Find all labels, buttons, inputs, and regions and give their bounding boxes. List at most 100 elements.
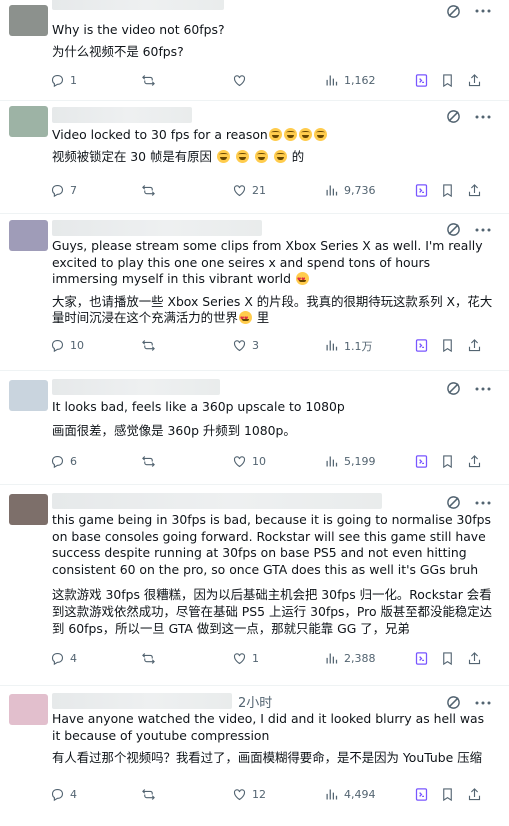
grok-explain-button[interactable] (414, 183, 434, 198)
more-icon[interactable] (475, 111, 491, 123)
joy-emoji-icon (268, 128, 282, 141)
share-button[interactable] (467, 73, 487, 88)
bookmark-button[interactable] (440, 787, 460, 802)
like-count: 10 (252, 455, 266, 469)
reply-post[interactable]: Why is the video not 60fps? 为什么视频不是 60fp… (0, 0, 509, 101)
reply-button[interactable]: 1 (50, 73, 77, 88)
username-redacted (52, 220, 262, 236)
heart-eyes-emoji-icon (295, 272, 309, 289)
retweet-icon (142, 788, 155, 800)
more-icon[interactable] (475, 383, 491, 395)
joy-emoji-icon (298, 128, 312, 141)
reply-count: 7 (70, 184, 77, 198)
bookmark-button[interactable] (440, 183, 460, 198)
avatar[interactable] (9, 380, 48, 411)
share-icon (468, 184, 481, 197)
more-icon[interactable] (475, 497, 491, 509)
grok-explain-icon (415, 339, 428, 352)
grok-explain-button[interactable] (414, 454, 434, 469)
reply-icon (51, 456, 64, 469)
post-timestamp[interactable]: 2小时 (238, 692, 272, 711)
post-text-zh: 视频被锁定在 30 帧是有原因 的 (52, 149, 499, 166)
reply-button[interactable]: 4 (50, 787, 77, 802)
share-button[interactable] (467, 787, 487, 802)
grok-explain-button[interactable] (414, 73, 434, 88)
grok-explain-button[interactable] (414, 787, 434, 802)
reply-button[interactable]: 7 (50, 183, 77, 198)
post-text-en-content: Video locked to 30 fps for a reason (52, 127, 268, 142)
bookmark-button[interactable] (440, 73, 460, 88)
more-icon[interactable] (475, 697, 491, 709)
like-count: 12 (252, 787, 266, 801)
reply-post[interactable]: 2小时 Have anyone watched the video, I did… (0, 686, 509, 826)
heart-icon (233, 340, 246, 352)
reply-button[interactable]: 4 (50, 651, 77, 666)
grok-icon[interactable] (446, 695, 461, 710)
views-count: 9,736 (344, 184, 376, 198)
avatar[interactable] (9, 220, 48, 251)
reply-post[interactable]: Video locked to 30 fps for a reason 视频被锁… (0, 101, 509, 214)
like-button[interactable]: 10 (232, 454, 266, 469)
more-icon[interactable] (475, 5, 491, 17)
avatar[interactable] (9, 694, 48, 725)
retweet-button[interactable] (141, 787, 161, 802)
views-button[interactable]: 4,494 (324, 787, 376, 802)
views-button[interactable]: 1.1万 (324, 338, 373, 354)
views-button[interactable]: 5,199 (324, 454, 376, 469)
grok-icon[interactable] (446, 109, 461, 124)
reply-button[interactable]: 10 (50, 338, 84, 353)
grok-icon[interactable] (446, 222, 461, 237)
post-text-zh: 为什么视频不是 60fps? (52, 43, 184, 59)
retweet-button[interactable] (141, 338, 161, 353)
retweet-button[interactable] (141, 651, 161, 666)
like-button[interactable]: 21 (232, 183, 266, 198)
reply-post[interactable]: this game being in 30fps is bad, because… (0, 485, 509, 686)
views-count: 4,494 (344, 787, 376, 801)
retweet-button[interactable] (141, 183, 161, 198)
post-text-en-content: Guys, please stream some clips from Xbox… (52, 238, 483, 287)
post-text-zh: 大家，也请播放一些 Xbox Series X 的片段。我真的很期待玩这款系列 … (52, 294, 499, 328)
share-button[interactable] (467, 338, 487, 353)
views-button[interactable]: 9,736 (324, 183, 376, 198)
avatar[interactable] (9, 494, 48, 525)
share-button[interactable] (467, 454, 487, 469)
views-button[interactable]: 2,388 (324, 651, 376, 666)
grok-icon[interactable] (446, 381, 461, 396)
retweet-icon (142, 185, 155, 197)
like-button[interactable]: 12 (232, 787, 266, 802)
like-button[interactable] (232, 73, 252, 88)
avatar[interactable] (9, 106, 48, 137)
joy-emoji-icon (273, 149, 287, 163)
more-icon[interactable] (475, 224, 491, 236)
post-header (52, 0, 499, 22)
views-count: 1,162 (344, 74, 376, 88)
like-button[interactable]: 1 (232, 651, 259, 666)
retweet-button[interactable] (141, 454, 161, 469)
reply-post[interactable]: Guys, please stream some clips from Xbox… (0, 214, 509, 371)
reply-button[interactable]: 6 (50, 454, 77, 469)
heart-icon (233, 789, 246, 800)
avatar[interactable] (9, 5, 48, 36)
heart-icon (233, 456, 246, 468)
grok-explain-icon (415, 455, 428, 468)
username-redacted (52, 0, 224, 10)
bookmark-button[interactable] (440, 338, 460, 353)
grok-explain-button[interactable] (414, 338, 434, 353)
views-icon (326, 456, 338, 467)
grok-explain-button[interactable] (414, 651, 434, 666)
views-button[interactable]: 1,162 (324, 73, 376, 88)
post-header (52, 214, 499, 238)
share-button[interactable] (467, 183, 487, 198)
reply-post[interactable]: It looks bad, feels like a 360p upscale … (0, 371, 509, 485)
bookmark-button[interactable] (440, 651, 460, 666)
retweet-button[interactable] (141, 73, 161, 88)
like-button[interactable]: 3 (232, 338, 259, 353)
grok-explain-icon (415, 184, 428, 197)
grok-icon[interactable] (446, 495, 461, 510)
reply-count: 4 (70, 652, 77, 666)
grok-icon[interactable] (446, 4, 461, 19)
bookmark-button[interactable] (440, 454, 460, 469)
action-bar: 4 12 4,494 (50, 779, 499, 809)
share-button[interactable] (467, 651, 487, 666)
grok-explain-icon (415, 74, 428, 87)
